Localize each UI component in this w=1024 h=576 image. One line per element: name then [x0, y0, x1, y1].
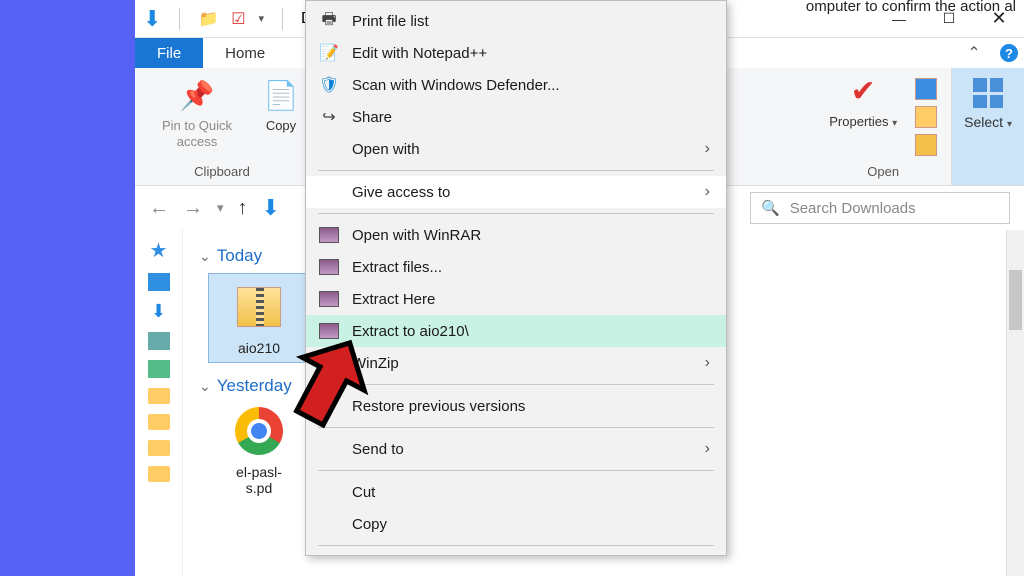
- sidebar-folder-icon[interactable]: [148, 414, 170, 430]
- nav-forward-button[interactable]: →: [183, 197, 203, 220]
- copy-button[interactable]: 📄 Copy: [263, 78, 299, 134]
- vertical-scrollbar[interactable]: [1006, 230, 1024, 576]
- menu-open-with[interactable]: Open with›: [306, 133, 726, 165]
- sidebar-folder-icon[interactable]: [148, 440, 170, 456]
- menu-extract-here[interactable]: Extract Here: [306, 283, 726, 315]
- notepad-icon: 📝: [318, 42, 340, 64]
- properties-label: Properties: [829, 114, 888, 129]
- nav-history-dropdown[interactable]: ▾: [217, 200, 224, 216]
- chevron-down-icon: ▾: [892, 118, 897, 129]
- share-icon: ↪: [318, 106, 340, 128]
- ribbon-group-clipboard: Clipboard: [194, 164, 250, 183]
- pin-label: Pin to Quick access: [145, 118, 249, 149]
- select-grid-icon: [973, 78, 1003, 108]
- shield-icon: 🛡: [318, 74, 340, 96]
- select-label: Select: [964, 114, 1003, 130]
- copy-label: Copy: [266, 118, 296, 134]
- menu-separator: [318, 545, 714, 546]
- tab-home[interactable]: Home: [203, 38, 287, 68]
- qat-dropdown-icon[interactable]: ▾: [258, 12, 264, 25]
- menu-winzip[interactable]: WinZip›: [306, 347, 726, 379]
- quick-access-icon[interactable]: ★: [150, 238, 168, 263]
- tab-file[interactable]: File: [135, 38, 203, 68]
- winrar-icon: [318, 224, 340, 246]
- properties-button[interactable]: ✔ Properties ▾: [829, 74, 897, 130]
- menu-edit-notepadpp[interactable]: 📝Edit with Notepad++: [306, 37, 726, 69]
- file-name-label: aio210: [238, 340, 280, 356]
- desktop-background: [0, 0, 135, 576]
- context-menu: 🖶Print file list 📝Edit with Notepad++ 🛡S…: [305, 0, 727, 556]
- chevron-right-icon: ›: [705, 354, 710, 372]
- menu-restore-previous-versions[interactable]: Restore previous versions: [306, 390, 726, 422]
- printer-icon: 🖶: [318, 10, 340, 32]
- edit-option-icon[interactable]: [915, 106, 937, 128]
- menu-separator: [318, 384, 714, 385]
- file-name-label: el-pasl- s.pd: [236, 464, 282, 496]
- downloads-breadcrumb-icon: ⬇: [262, 195, 280, 221]
- menu-extract-files[interactable]: Extract files...: [306, 251, 726, 283]
- menu-open-winrar[interactable]: Open with WinRAR: [306, 219, 726, 251]
- chevron-down-icon: ⌄: [199, 378, 211, 395]
- winrar-icon: [318, 256, 340, 278]
- help-icon[interactable]: ?: [1000, 44, 1018, 62]
- qat-folder-icon[interactable]: 📁: [198, 9, 218, 29]
- menu-give-access-to[interactable]: Give access to›: [306, 176, 726, 208]
- scrollbar-thumb[interactable]: [1009, 270, 1022, 330]
- search-icon: 🔍: [761, 199, 780, 217]
- sidebar-folder-icon[interactable]: [148, 466, 170, 482]
- chevron-down-icon: ⌄: [199, 248, 211, 265]
- sidebar-item-pictures[interactable]: [148, 360, 170, 378]
- ribbon-group-open: ✔ Properties ▾ Open: [815, 68, 952, 185]
- menu-cut[interactable]: Cut: [306, 476, 726, 508]
- yesterday-label: Yesterday: [217, 376, 292, 396]
- divider: [179, 8, 180, 30]
- file-item-pdf[interactable]: el-pasl- s.pd: [209, 404, 309, 496]
- chrome-icon: [235, 407, 283, 455]
- menu-separator: [318, 427, 714, 428]
- open-options-stack[interactable]: [915, 74, 937, 156]
- winrar-icon: [318, 320, 340, 342]
- sidebar-item-downloads[interactable]: ⬇: [151, 301, 166, 322]
- navigation-sidebar: ★ ⬇: [135, 230, 183, 576]
- today-label: Today: [217, 246, 262, 266]
- ribbon-group-open-label: Open: [867, 164, 899, 183]
- chevron-right-icon: ›: [705, 440, 710, 458]
- menu-copy[interactable]: Copy: [306, 508, 726, 540]
- menu-separator: [318, 470, 714, 471]
- pin-to-quick-access-button[interactable]: 📌 Pin to Quick access: [145, 78, 249, 149]
- downloads-folder-icon: ⬇: [143, 6, 161, 32]
- search-placeholder: Search Downloads: [790, 200, 916, 217]
- properties-icon: ✔: [845, 74, 881, 110]
- archive-icon: [237, 287, 281, 327]
- file-item-aio210[interactable]: aio210: [209, 274, 309, 362]
- ribbon-expand-button[interactable]: ⌃: [954, 38, 994, 68]
- menu-separator: [318, 213, 714, 214]
- chevron-right-icon: ›: [705, 183, 710, 201]
- pin-icon: 📌: [179, 78, 215, 114]
- sidebar-item-desktop[interactable]: [148, 273, 170, 291]
- nav-up-button[interactable]: ↑: [238, 197, 248, 220]
- divider: [282, 8, 283, 30]
- search-input[interactable]: 🔍 Search Downloads: [750, 192, 1010, 224]
- chevron-right-icon: ›: [705, 140, 710, 158]
- menu-print-file-list[interactable]: 🖶Print file list: [306, 5, 726, 37]
- winrar-icon: [318, 288, 340, 310]
- copy-icon: 📄: [263, 78, 299, 114]
- open-option-icon[interactable]: [915, 78, 937, 100]
- menu-send-to[interactable]: Send to›: [306, 433, 726, 465]
- chevron-down-icon: ▾: [1007, 119, 1012, 130]
- sidebar-item-documents[interactable]: [148, 332, 170, 350]
- menu-extract-to-folder[interactable]: Extract to aio210\: [306, 315, 726, 347]
- ribbon-group-select[interactable]: Select ▾: [952, 68, 1024, 185]
- nav-back-button[interactable]: ←: [149, 197, 169, 220]
- sidebar-folder-icon[interactable]: [148, 388, 170, 404]
- qat-checklist-icon[interactable]: ☑: [228, 9, 248, 29]
- menu-scan-defender[interactable]: 🛡Scan with Windows Defender...: [306, 69, 726, 101]
- menu-share[interactable]: ↪Share: [306, 101, 726, 133]
- menu-separator: [318, 170, 714, 171]
- background-text-fragment: omputer to confirm the action al: [806, 0, 1016, 15]
- history-option-icon[interactable]: [915, 134, 937, 156]
